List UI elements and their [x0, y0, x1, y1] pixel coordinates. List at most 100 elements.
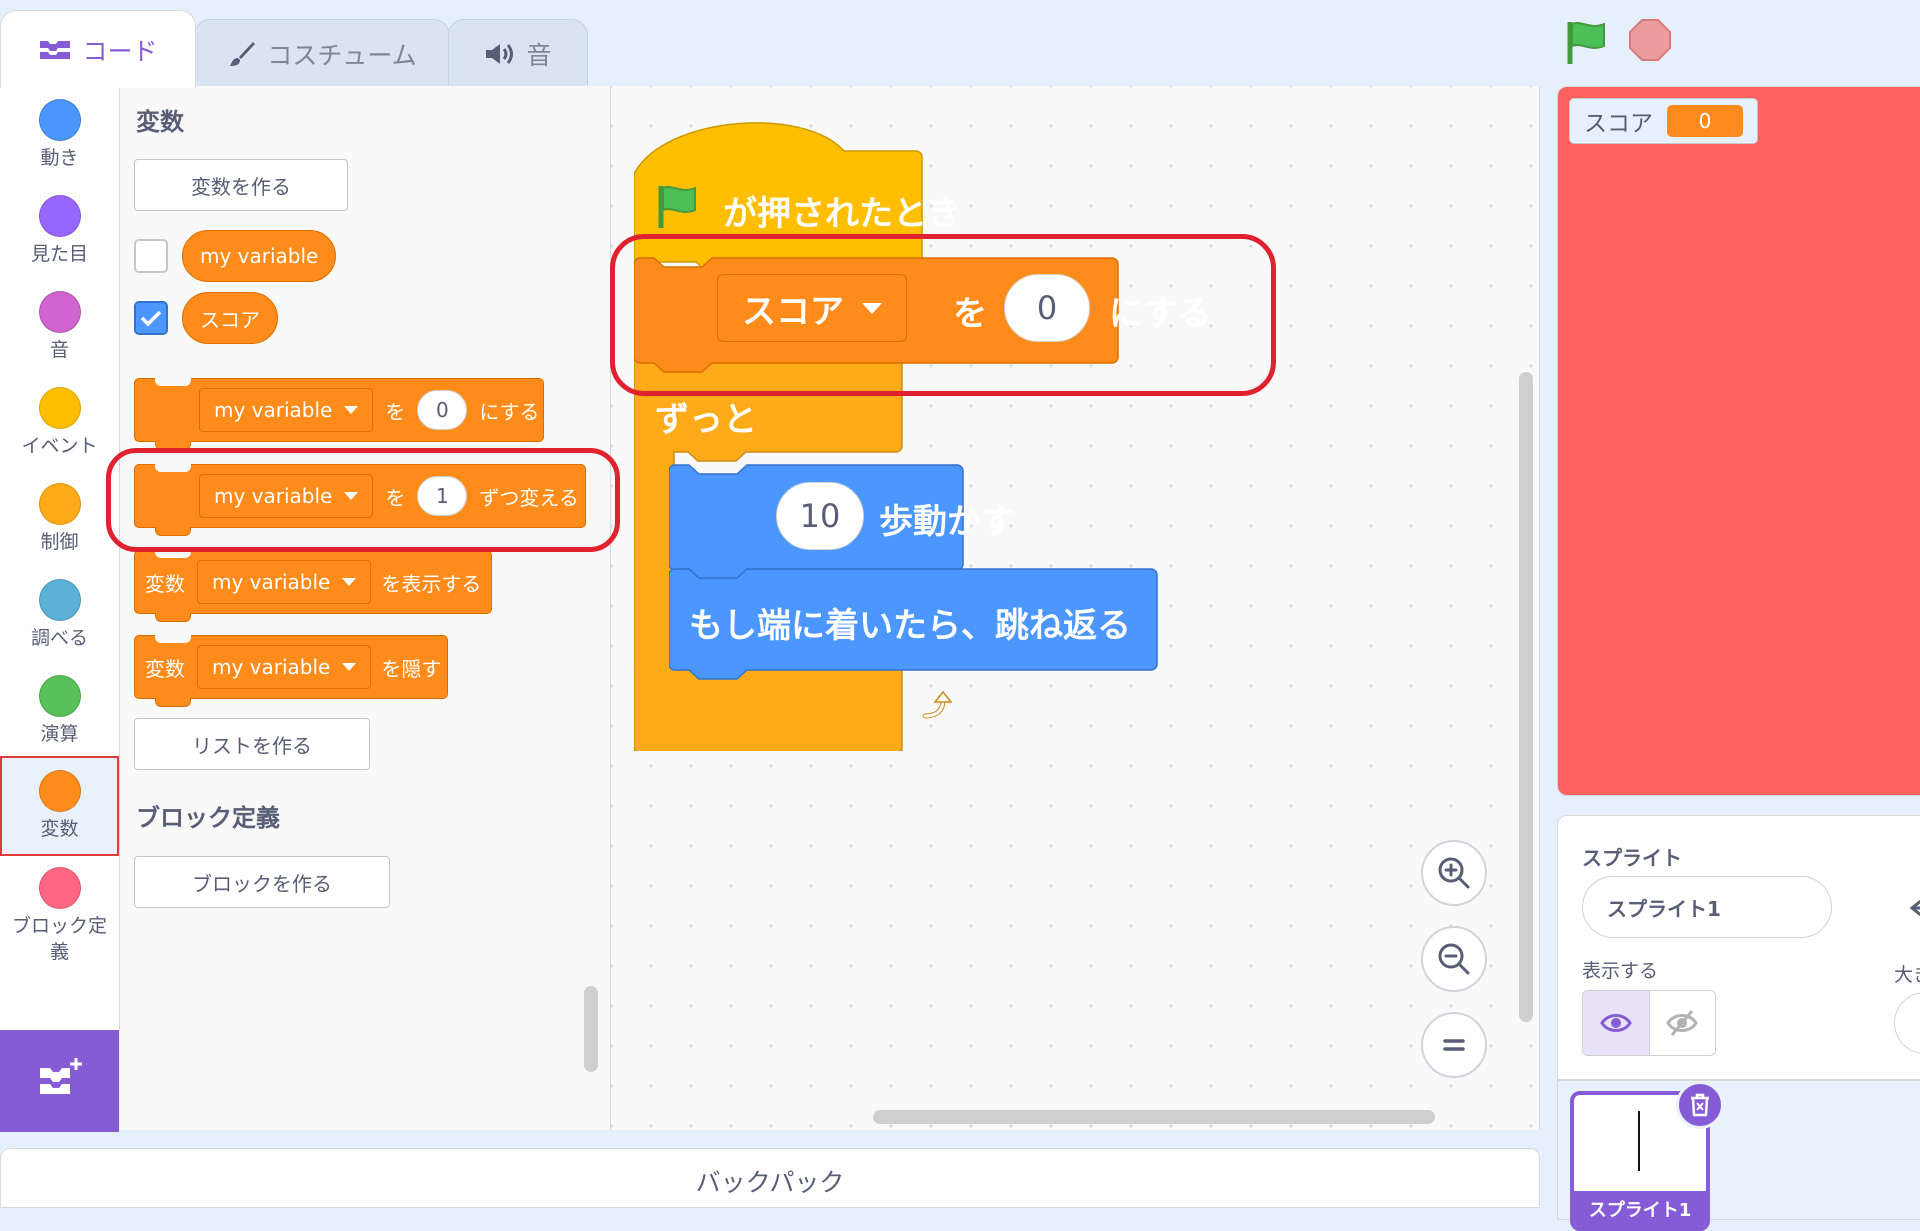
block-text: を隠す [381, 656, 442, 681]
block-text: にする [479, 399, 540, 424]
category-motion[interactable]: 動き [0, 86, 119, 182]
zoom-out-button[interactable] [1421, 926, 1487, 992]
vertical-scrollbar[interactable] [1519, 372, 1533, 1022]
variables-heading: 変数 [136, 108, 184, 136]
arrow-left-icon [1909, 899, 1920, 917]
dropdown-arrow-icon [342, 663, 357, 671]
monitor-label: スコア [1584, 111, 1653, 137]
zoom-reset-button[interactable] [1421, 1012, 1487, 1078]
sprite-costume-preview [1638, 1111, 1640, 1171]
sprite-label: スプライト [1582, 846, 1682, 870]
tab-sounds-label: 音 [526, 40, 552, 70]
category-sensing[interactable]: 調べる [0, 566, 119, 662]
block-text: 変数 [145, 656, 185, 681]
dropdown-arrow-icon [342, 578, 357, 586]
category-menu: 動き 見た目 音 イベント 制御 調べる 演算 変数 ブロック定義 [0, 86, 120, 1030]
stop-button[interactable] [1628, 18, 1678, 68]
backpack-panel[interactable]: バックパック [0, 1148, 1540, 1208]
sound-dot [38, 291, 81, 333]
tab-costumes[interactable]: コスチューム [194, 19, 450, 87]
steps-value-input[interactable]: 10 [776, 482, 864, 550]
variables-dot [38, 770, 81, 812]
category-label: 制御 [40, 531, 79, 553]
show-sprite-button[interactable] [1583, 991, 1650, 1055]
add-extension-icon [36, 1056, 84, 1104]
add-extension-button[interactable] [0, 1028, 119, 1132]
palette-scrollbar[interactable] [584, 986, 598, 1072]
sensing-dot [38, 579, 81, 621]
category-label: 音 [49, 339, 69, 361]
dropdown-arrow-icon [344, 406, 359, 414]
zoom-out-icon [1438, 943, 1470, 975]
category-sound[interactable]: 音 [0, 278, 119, 374]
make-block-button[interactable]: ブロックを作る [134, 856, 390, 908]
code-icon [38, 38, 72, 62]
speaker-icon [484, 41, 516, 67]
stop-icon [1629, 19, 1671, 61]
block-text: 変数 [145, 571, 185, 596]
hat-label: が押されたとき [723, 194, 961, 234]
block-text: を [385, 399, 406, 424]
score-reporter[interactable]: スコア [182, 292, 278, 344]
category-variables[interactable]: 変数 [0, 756, 119, 856]
size-input[interactable] [1894, 992, 1920, 1054]
category-control[interactable]: 制御 [0, 470, 119, 566]
sprite-list: スプライト1 [1557, 1080, 1920, 1231]
score-checkbox[interactable] [134, 301, 168, 335]
score-monitor[interactable]: スコア 0 [1569, 98, 1758, 144]
equals-icon [1443, 1039, 1465, 1051]
stage[interactable]: スコア 0 [1557, 86, 1920, 796]
zoom-in-button[interactable] [1421, 840, 1487, 906]
green-flag-icon [1567, 22, 1605, 64]
zoom-in-icon [1438, 857, 1470, 889]
tab-code-label: コード [82, 36, 158, 66]
variable-dropdown[interactable]: my variable [199, 388, 374, 432]
sprite-info-panel: スプライト スプライト1 表示する 大き [1557, 815, 1920, 1080]
category-events[interactable]: イベント [0, 374, 119, 470]
make-list-button[interactable]: リストを作る [134, 718, 370, 770]
motion-dot [38, 99, 81, 141]
myblocks-dot [38, 867, 81, 909]
variable-dropdown[interactable]: my variable [197, 560, 372, 604]
eye-hidden-icon [1666, 1010, 1699, 1036]
horizontal-scrollbar[interactable] [873, 1110, 1435, 1124]
control-dot [38, 483, 81, 525]
make-variable-button[interactable]: 変数を作る [134, 159, 348, 211]
forever-label: ずっと [655, 400, 757, 440]
category-label: 見た目 [30, 243, 88, 265]
block-palette: 変数 変数を作る my variable スコア my variable を 0… [120, 86, 611, 1130]
block-text: もし端に着いたら、跳ね返る [689, 606, 1131, 646]
tab-sounds[interactable]: 音 [448, 19, 588, 87]
category-looks[interactable]: 見た目 [0, 182, 119, 278]
dropdown-label: my variable [212, 655, 331, 679]
green-flag-button[interactable] [1562, 18, 1612, 68]
eye-icon [1599, 1014, 1632, 1032]
value-input[interactable]: 0 [417, 390, 468, 430]
monitor-value: 0 [1667, 105, 1743, 137]
block-text: を表示する [381, 571, 482, 596]
category-label: 演算 [40, 723, 79, 745]
highlight-change-block [106, 448, 620, 552]
sprite-thumb-name-bar: スプライト1 [1574, 1191, 1706, 1227]
tab-code[interactable]: コード [0, 10, 196, 88]
green-flag-icon [658, 186, 696, 228]
hide-variable-block[interactable]: 変数 my variable を隠す [134, 635, 448, 707]
show-variable-block[interactable]: 変数 my variable を表示する [134, 550, 492, 622]
show-label: 表示する [1582, 960, 1659, 982]
category-label: イベント [21, 435, 98, 457]
my-variable-checkbox[interactable] [134, 239, 168, 273]
my-variable-reporter[interactable]: my variable [182, 230, 337, 282]
category-label: ブロック定義 [11, 915, 107, 963]
delete-sprite-button[interactable] [1676, 1081, 1724, 1129]
set-variable-block[interactable]: my variable を 0 にする [134, 378, 544, 450]
variable-dropdown[interactable]: my variable [197, 645, 372, 689]
category-myblocks[interactable]: ブロック定義 [0, 854, 119, 974]
dropdown-label: my variable [214, 398, 333, 422]
hide-sprite-button[interactable] [1649, 991, 1715, 1055]
category-operators[interactable]: 演算 [0, 662, 119, 758]
sprite-name-input[interactable]: スプライト1 [1582, 876, 1832, 938]
category-label: 動き [40, 147, 79, 169]
dropdown-label: my variable [212, 570, 331, 594]
category-label: 変数 [40, 818, 79, 840]
backpack-label: バックパック [695, 1168, 845, 1197]
